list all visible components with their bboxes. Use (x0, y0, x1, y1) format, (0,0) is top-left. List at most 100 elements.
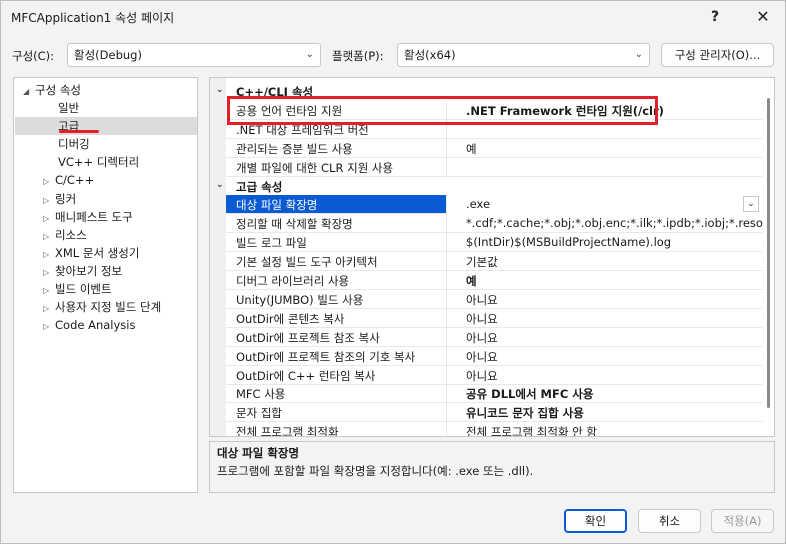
property-row[interactable]: 빌드 로그 파일 $(IntDir)$(MSBuildProjectName).l… (226, 233, 763, 253)
property-row[interactable]: 문자 집합 유니코드 문자 집합 사용 (226, 403, 763, 423)
column-divider (446, 271, 447, 290)
tree-item[interactable]: ▷ 빌드 이벤트 (43, 280, 112, 298)
configuration-value: 활성(Debug) (74, 48, 142, 62)
tree-item[interactable]: ▷ 링커 (43, 190, 76, 208)
tree-item-label: VC++ 디렉터리 (58, 155, 140, 170)
tree-item[interactable]: ▷ 찾아보기 정보 (43, 262, 122, 280)
property-row[interactable]: OutDir에 콘텐츠 복사 아니요 (226, 308, 763, 328)
column-divider (446, 365, 447, 385)
tree-item-label: XML 문서 생성기 (55, 245, 140, 260)
property-tree: ◢ 구성 속성 일반 고급 디버깅 VC++ 디렉터리 ▷ C/C++ ▷ 링커 ▷ 매니페스트 도… (13, 77, 198, 493)
column-divider (446, 233, 447, 253)
property-row[interactable]: Unity(JUMBO) 빌드 사용 아니요 (226, 289, 763, 309)
property-name: 개별 파일에 대한 CLR 지원 사용 (236, 160, 394, 175)
tree-item[interactable]: 일반 (58, 99, 79, 117)
property-row[interactable]: OutDir에 프로젝트 참조 복사 아니요 (226, 327, 763, 347)
collapse-caret-icon[interactable]: ⌄ (216, 85, 224, 95)
tree-root-configuration-properties[interactable]: ◢ 구성 속성 (23, 81, 81, 99)
configuration-select[interactable]: 활성(Debug) ⌄ (67, 43, 321, 67)
title-bar: MFCApplication1 속성 페이지 ? ✕ (1, 1, 785, 33)
description-title: 대상 파일 확장명 (217, 446, 300, 460)
configuration-manager-button[interactable]: 구성 관리자(O)... (661, 43, 774, 67)
scrollbar-thumb[interactable] (767, 98, 770, 408)
property-name: 디버그 라이브러리 사용 (236, 274, 350, 288)
grid-category[interactable]: ⌄ 고급 속성 (210, 177, 763, 196)
close-icon[interactable]: ✕ (741, 1, 785, 33)
description-text: 프로그램에 포함할 파일 확장명을 지정합니다(예: .exe 또는 .dll)… (217, 464, 534, 478)
column-divider (446, 403, 447, 423)
property-value[interactable]: .exe (447, 195, 763, 215)
tree-item-label: 디버깅 (58, 137, 90, 152)
property-name: OutDir에 콘텐츠 복사 (236, 311, 345, 326)
tree-item-label: C/C++ (55, 173, 95, 188)
property-row[interactable]: OutDir에 프로젝트 참조의 기호 복사 아니요 (226, 346, 763, 366)
grid-scrollbar[interactable] (763, 78, 774, 436)
configuration-label: 구성(C): (12, 49, 55, 63)
tree-item[interactable]: VC++ 디렉터리 (58, 153, 139, 171)
tree-item-label: 매니페스트 도구 (55, 209, 133, 224)
property-name: 빌드 로그 파일 (236, 236, 307, 251)
property-name: OutDir에 프로젝트 참조 복사 (236, 330, 380, 345)
collapse-caret-icon[interactable]: ⌄ (216, 180, 224, 190)
value-dropdown-icon[interactable]: ⌄ (743, 196, 759, 213)
column-divider (446, 252, 447, 272)
apply-button[interactable]: 적용(A) (711, 509, 774, 533)
tree-item-label: 리소스 (55, 227, 87, 242)
column-divider (446, 214, 447, 234)
tree-item[interactable]: ▷ C/C++ (43, 171, 94, 189)
red-underline-annotation (59, 130, 99, 133)
property-value: 아니요 (466, 292, 498, 307)
tree-item-label: 사용자 지정 빌드 단계 (55, 300, 162, 315)
property-row[interactable]: 전체 프로그램 최적화 전체 프로그램 최적화 안 함 (226, 422, 763, 437)
tree-item[interactable]: ▷ Code Analysis (43, 316, 135, 334)
tree-selection-highlight (15, 117, 197, 135)
help-icon[interactable]: ? (693, 1, 737, 33)
property-row[interactable]: 개별 파일에 대한 CLR 지원 사용 (226, 157, 763, 177)
column-divider (446, 422, 447, 436)
property-row[interactable]: MFC 사용 공유 DLL에서 MFC 사용 (226, 384, 763, 404)
property-value: 아니요 (466, 368, 498, 383)
tree-item[interactable]: ▷ 사용자 지정 빌드 단계 (43, 298, 161, 316)
property-value: 아니요 (466, 330, 498, 345)
property-name: 정리할 때 삭제할 확장명 (236, 217, 353, 232)
property-name: OutDir에 프로젝트 참조의 기호 복사 (236, 349, 416, 364)
expanded-caret-icon: ◢ (23, 87, 30, 96)
chevron-down-icon: ⌄ (634, 49, 643, 60)
property-row[interactable]: OutDir에 C++ 런타임 복사 아니요 (226, 365, 763, 385)
tree-item[interactable]: ▷ 매니페스트 도구 (43, 208, 133, 226)
platform-select[interactable]: 활성(x64) ⌄ (397, 43, 650, 67)
column-divider (446, 327, 447, 347)
property-value: 예 (466, 274, 477, 288)
window-title: MFCApplication1 속성 페이지 (11, 11, 175, 25)
tree-item[interactable]: 디버깅 (58, 135, 90, 153)
property-row[interactable]: 정리할 때 삭제할 확장명 *.cdf;*.cache;*.obj;*.obj.e… (226, 214, 763, 234)
property-row[interactable]: 디버그 라이브러리 사용 예 (226, 271, 763, 290)
tree-item-label: Code Analysis (55, 318, 136, 333)
tree-item-label: 빌드 이벤트 (55, 282, 112, 296)
property-value: 아니요 (466, 311, 498, 326)
red-box-annotation (227, 96, 658, 125)
property-name: 기본 설정 빌드 도구 아키텍처 (236, 255, 378, 270)
grid-gutter (210, 78, 226, 436)
platform-label: 플랫폼(P): (332, 49, 384, 63)
property-row[interactable]: 기본 설정 빌드 도구 아키텍처 기본값 (226, 252, 763, 272)
tree-item-label: 찾아보기 정보 (55, 263, 123, 278)
property-row[interactable]: 관리되는 증분 빌드 사용 예 (226, 138, 763, 158)
expand-caret-icon[interactable]: ▷ (43, 318, 55, 336)
property-value: 전체 프로그램 최적화 안 함 (466, 425, 598, 437)
property-value: 유니코드 문자 집합 사용 (466, 406, 584, 421)
property-value: $(IntDir)$(MSBuildProjectName).log (466, 235, 672, 250)
property-value: *.cdf;*.cache;*.obj;*.obj.enc;*.ilk;*.ip… (466, 216, 763, 231)
tree-item[interactable]: ▷ XML 문서 생성기 (43, 244, 139, 262)
cancel-button[interactable]: 취소 (638, 509, 701, 533)
property-grid: ⌄ C++/CLI 속성 공용 언어 런타임 지원 .NET Framework 런타… (209, 77, 775, 437)
column-divider (446, 157, 447, 177)
property-value: 아니요 (466, 349, 498, 364)
tree-item[interactable]: ▷ 리소스 (43, 226, 87, 244)
ok-button[interactable]: 확인 (564, 509, 627, 533)
column-divider (446, 308, 447, 328)
tree-item-label: 링커 (55, 191, 77, 206)
property-row[interactable]: 대상 파일 확장명 .exe ⌄ (226, 195, 763, 215)
configuration-bar: 구성(C): 활성(Debug) ⌄ 플랫폼(P): 활성(x64) ⌄ 구성 … (1, 43, 785, 67)
property-name: MFC 사용 (236, 387, 286, 402)
